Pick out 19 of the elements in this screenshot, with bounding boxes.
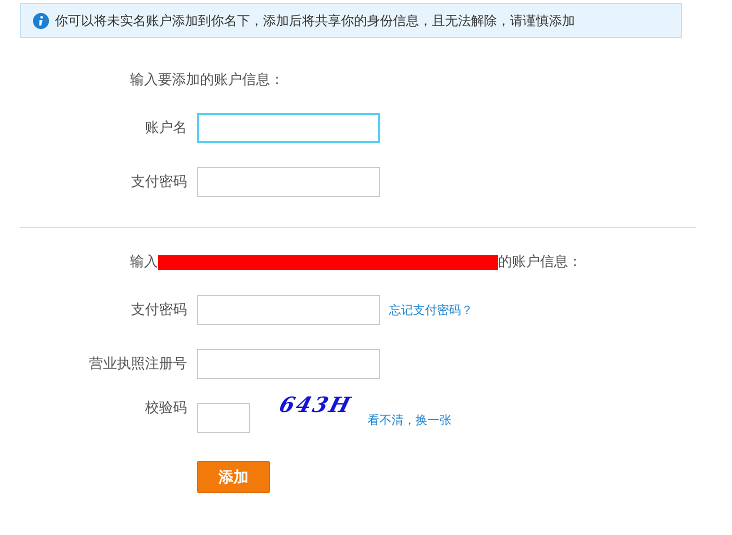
section-heading: 输入 (130, 253, 158, 271)
text-link[interactable]: 看不清，换一张 (368, 412, 452, 429)
input-field[interactable] (197, 167, 380, 197)
input-field[interactable] (197, 113, 380, 143)
field-label: 账户名 (144, 119, 187, 137)
field-label: 支付密码 (130, 301, 187, 319)
field-label: 校验码 (144, 399, 187, 417)
add-button[interactable]: 添加 (197, 461, 270, 493)
field-label: 支付密码 (130, 173, 187, 191)
section-heading: 的账户信息： (498, 253, 582, 271)
info-icon (33, 12, 49, 28)
input-field[interactable] (197, 349, 380, 379)
notice-text: 你可以将未实名账户添加到你名下，添加后将共享你的身份信息，且无法解除，请谨慎添加 (55, 12, 575, 30)
section-heading: 输入要添加的账户信息： (130, 71, 284, 89)
captcha-image: 643H (276, 392, 356, 416)
input-field[interactable] (197, 295, 380, 325)
field-label: 营业执照注册号 (88, 355, 187, 373)
text-link[interactable]: 忘记支付密码？ (389, 302, 473, 318)
input-field[interactable] (197, 403, 250, 433)
